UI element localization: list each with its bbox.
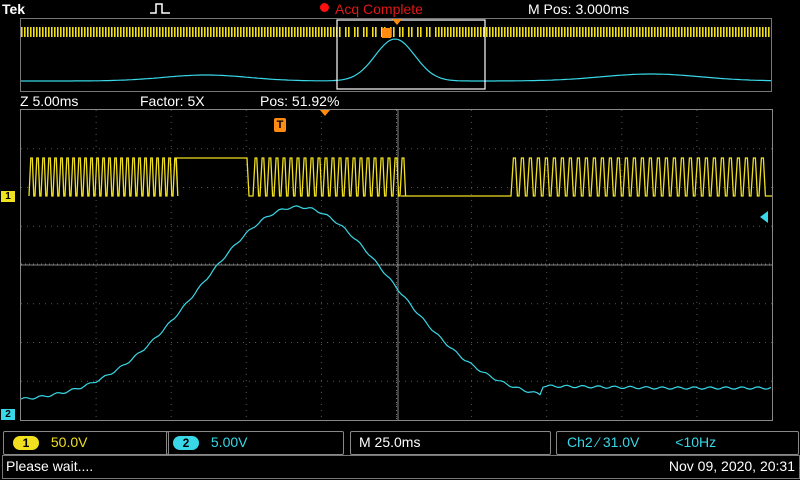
trigger-position-icon <box>392 19 402 25</box>
ch1-scale: 50.0V <box>50 434 88 450</box>
waveform-display[interactable]: T <box>20 109 773 421</box>
ch1-readout[interactable]: 1 50.0V <box>3 431 169 455</box>
overview-ch1-trace <box>21 27 770 37</box>
zoom-position[interactable]: Pos: 51.92% <box>260 93 339 109</box>
ch2-scale: 5.00V <box>210 434 248 450</box>
zoom-factor[interactable]: Factor: 5X <box>140 93 205 109</box>
pulse-trigger-icon <box>150 3 170 14</box>
trigger-level-arrow-icon[interactable] <box>760 211 772 223</box>
overview-trigger-marker <box>382 28 391 38</box>
record-overview[interactable] <box>20 18 772 92</box>
trigger-source: Ch2 <box>567 434 593 450</box>
trigger-filter: <10Hz <box>675 434 717 450</box>
trigger-slope-icon: ⁄ <box>596 434 599 450</box>
status-bar: Please wait.... Nov 09, 2020, 20:31 <box>2 455 800 479</box>
overview-ch2-trace <box>21 38 771 82</box>
ch1-ground-marker-icon[interactable]: 1 <box>1 191 15 202</box>
date-time: Nov 09, 2020, 20:31 <box>668 458 795 474</box>
timebase-readout[interactable]: M 25.0ms <box>350 431 551 455</box>
overview-waveforms <box>21 19 771 90</box>
trigger-marker[interactable]: T <box>274 118 286 132</box>
trigger-level: 31.0V <box>602 434 640 450</box>
top-status-bar: Tek Acq Complete M Pos: 3.000ms <box>0 0 800 18</box>
timebase-value: M 25.0ms <box>359 434 421 450</box>
trigger-position-icon <box>320 110 330 116</box>
graticule-grid <box>21 110 772 420</box>
main-graticule <box>20 110 772 420</box>
horizontal-position[interactable]: M Pos: 3.000ms <box>528 1 629 17</box>
ch1-waveform <box>28 157 772 197</box>
trigger-readout[interactable]: Ch2 ⁄ 31.0V <10Hz <box>556 431 799 455</box>
acquisition-status: Acq Complete <box>335 1 423 17</box>
ch2-readout[interactable]: 2 5.00V <box>166 431 344 455</box>
zoom-scale: Z 5.00ms <box>20 93 79 109</box>
brand-logo: Tek <box>2 1 26 17</box>
ch2-badge: 2 <box>173 436 199 451</box>
ch2-ground-marker-icon[interactable]: 2 <box>1 409 15 420</box>
ch1-badge: 1 <box>13 436 39 451</box>
status-message: Please wait.... <box>6 458 94 474</box>
record-dot-icon <box>320 3 329 12</box>
